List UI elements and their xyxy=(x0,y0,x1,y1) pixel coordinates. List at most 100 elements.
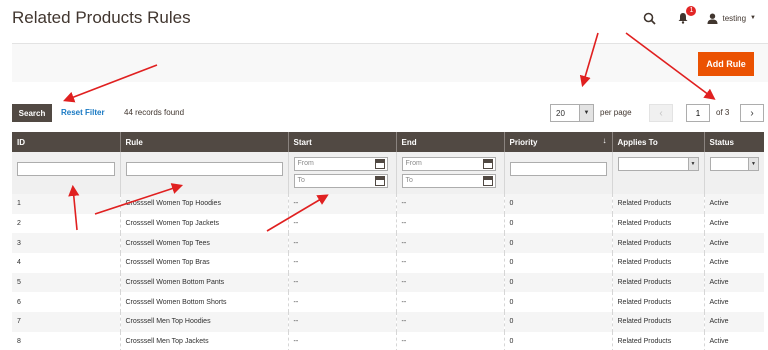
status-filter-select[interactable]: ▼ xyxy=(709,157,759,171)
per-page-select[interactable]: 20 ▼ xyxy=(550,104,594,122)
cell-rule: Crosssell Men Top Hoodies xyxy=(119,312,288,332)
cell-applies-to: Related Products xyxy=(611,331,704,350)
cell-start: -- xyxy=(287,312,396,332)
add-rule-button[interactable]: Add Rule xyxy=(698,52,754,76)
table-row[interactable]: 5 Crosssell Women Bottom Pants -- -- 0 Relate… xyxy=(12,272,764,293)
table-row[interactable]: 6 Crosssell Women Bottom Shorts -- -- 0 Relat… xyxy=(12,292,764,313)
cell-rule: Crosssell Women Bottom Pants xyxy=(119,272,288,293)
next-page-button[interactable]: › xyxy=(740,104,764,122)
cell-priority: 0 xyxy=(503,253,612,273)
calendar-icon[interactable] xyxy=(374,176,385,186)
cell-applies-to: Related Products xyxy=(611,272,704,293)
header-actions: 1 testing ▼ xyxy=(639,6,756,28)
cell-priority: 0 xyxy=(503,233,612,254)
cell-applies-to: Related Products xyxy=(611,312,704,332)
cell-start: -- xyxy=(287,272,396,293)
per-page-label: per page xyxy=(600,108,632,117)
column-header-applies-to[interactable]: Applies To xyxy=(611,132,704,152)
notifications-button[interactable]: 1 xyxy=(673,6,697,28)
cell-status: Active xyxy=(703,213,764,234)
page-number-input[interactable] xyxy=(686,104,710,122)
calendar-icon[interactable] xyxy=(482,176,493,186)
cell-end: -- xyxy=(395,312,504,332)
filter-cell-priority xyxy=(503,152,612,194)
page-total-label: of 3 xyxy=(716,108,730,117)
column-header-end[interactable]: End xyxy=(395,132,504,152)
cell-id: 2 xyxy=(12,213,120,234)
cell-applies-to: Related Products xyxy=(611,253,704,273)
user-menu[interactable]: testing ▼ xyxy=(707,13,756,24)
cell-priority: 0 xyxy=(503,213,612,234)
rules-grid: ID Rule Start End Priority ↓ Applies To S… xyxy=(12,132,764,350)
rule-filter-input[interactable] xyxy=(125,161,283,176)
username: testing xyxy=(722,13,747,23)
id-filter-input[interactable] xyxy=(17,161,115,176)
search-icon[interactable] xyxy=(639,8,659,28)
grid-toolbar: Search Reset Filter 44 records found 20 … xyxy=(12,104,764,122)
cell-rule: Crosssell Women Top Bras xyxy=(119,253,288,273)
cell-end: -- xyxy=(395,194,504,214)
calendar-icon[interactable] xyxy=(482,159,493,169)
chevron-down-icon: ▼ xyxy=(579,105,593,121)
filter-row: From To From To ▼ ▼ xyxy=(12,152,764,194)
cell-status: Active xyxy=(703,331,764,350)
chevron-right-icon: › xyxy=(750,107,754,119)
filter-cell-rule xyxy=(119,152,288,194)
filter-cell-status: ▼ xyxy=(703,152,764,194)
cell-id: 5 xyxy=(12,272,120,293)
cell-id: 6 xyxy=(12,292,120,313)
cell-rule: Crosssell Women Bottom Shorts xyxy=(119,292,288,313)
per-page-value: 20 xyxy=(556,109,565,118)
start-from-date-field[interactable]: From xyxy=(293,157,388,171)
cell-start: -- xyxy=(287,213,396,234)
cell-start: -- xyxy=(287,292,396,313)
cell-id: 8 xyxy=(12,331,120,350)
search-button[interactable]: Search xyxy=(12,104,52,122)
cell-rule: Crosssell Women Top Jackets xyxy=(119,213,288,234)
previous-page-button[interactable]: ‹ xyxy=(649,104,673,122)
column-header-id[interactable]: ID xyxy=(12,132,120,152)
chevron-down-icon: ▼ xyxy=(687,158,698,170)
page-title: Related Products Rules xyxy=(12,8,191,27)
cell-status: Active xyxy=(703,292,764,313)
applies-to-filter-select[interactable]: ▼ xyxy=(617,157,699,171)
chevron-down-icon: ▼ xyxy=(750,15,756,21)
table-row[interactable]: 7 Crosssell Men Top Hoodies -- -- 0 Related P… xyxy=(12,312,764,332)
filter-cell-end: From To xyxy=(395,152,504,194)
filter-cell-applies-to: ▼ xyxy=(611,152,704,194)
cell-start: -- xyxy=(287,194,396,214)
cell-end: -- xyxy=(395,331,504,350)
calendar-icon[interactable] xyxy=(374,159,385,169)
cell-priority: 0 xyxy=(503,312,612,332)
column-header-rule[interactable]: Rule xyxy=(119,132,288,152)
table-row[interactable]: 8 Crosssell Men Top Jackets -- -- 0 Related P… xyxy=(12,331,764,350)
cell-end: -- xyxy=(395,213,504,234)
cell-priority: 0 xyxy=(503,272,612,293)
cell-end: -- xyxy=(395,253,504,273)
column-header-priority[interactable]: Priority ↓ xyxy=(503,132,612,152)
cell-end: -- xyxy=(395,292,504,313)
column-header-start[interactable]: Start xyxy=(287,132,396,152)
table-row[interactable]: 4 Crosssell Women Top Bras -- -- 0 Related Pr… xyxy=(12,253,764,273)
column-header-status[interactable]: Status xyxy=(703,132,764,152)
chevron-left-icon: ‹ xyxy=(659,107,663,119)
end-from-date-field[interactable]: From xyxy=(401,157,496,171)
cell-start: -- xyxy=(287,331,396,350)
cell-status: Active xyxy=(703,194,764,214)
cell-rule: Crosssell Men Top Jackets xyxy=(119,331,288,350)
sort-arrow-icon: ↓ xyxy=(602,136,607,145)
start-to-placeholder: To xyxy=(297,177,305,184)
priority-filter-input[interactable] xyxy=(509,161,607,176)
end-to-date-field[interactable]: To xyxy=(401,174,496,188)
records-count: 44 records found xyxy=(124,108,185,117)
cell-applies-to: Related Products xyxy=(611,213,704,234)
cell-status: Active xyxy=(703,272,764,293)
cell-status: Active xyxy=(703,253,764,273)
table-row[interactable]: 1 Crosssell Women Top Hoodies -- -- 0 Related… xyxy=(12,194,764,214)
start-to-date-field[interactable]: To xyxy=(293,174,388,188)
table-row[interactable]: 2 Crosssell Women Top Jackets -- -- 0 Related… xyxy=(12,213,764,234)
cell-priority: 0 xyxy=(503,331,612,350)
chevron-down-icon: ▼ xyxy=(748,158,758,170)
reset-filter-link[interactable]: Reset Filter xyxy=(61,108,105,117)
table-row[interactable]: 3 Crosssell Women Top Tees -- -- 0 Related Pr… xyxy=(12,233,764,254)
